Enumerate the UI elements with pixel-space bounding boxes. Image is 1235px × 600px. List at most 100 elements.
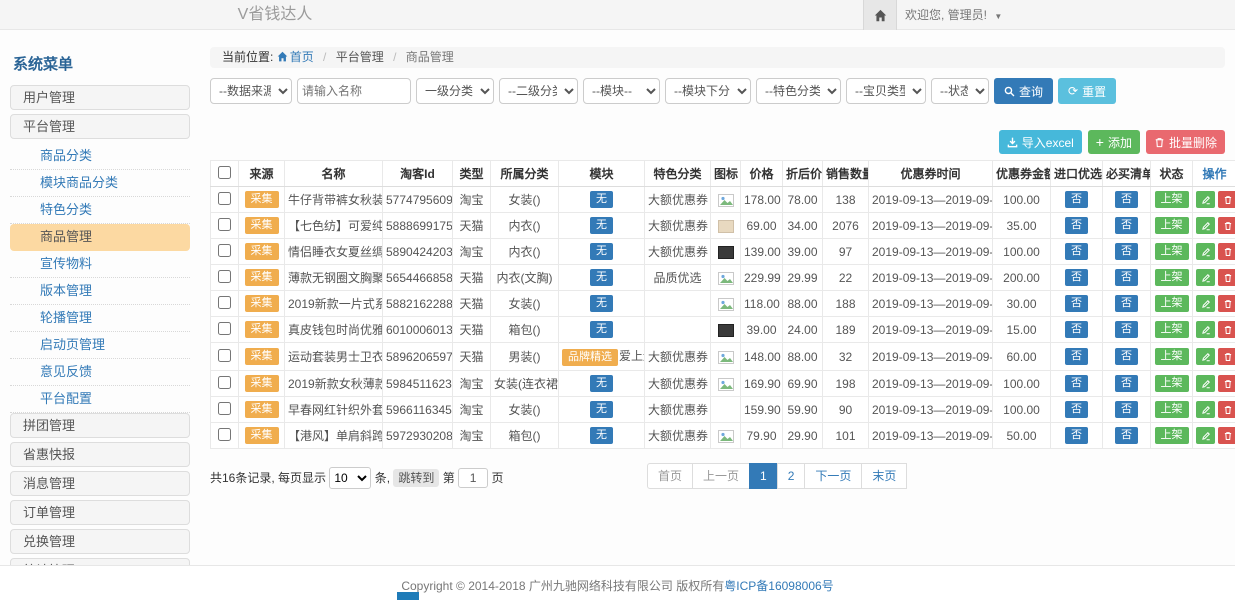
sidebar-item[interactable]: 轮播管理 [10,305,190,332]
query-button[interactable]: 查询 [994,78,1053,104]
edit-button[interactable] [1196,348,1215,365]
delete-button[interactable] [1218,427,1235,444]
sidebar-item[interactable]: 消息管理 [10,471,190,496]
import-toggle-badge[interactable]: 否 [1065,321,1088,338]
sidebar-item[interactable]: 模块商品分类 [10,170,190,197]
status-badge[interactable]: 上架 [1155,401,1189,418]
import-toggle-badge[interactable]: 否 [1065,427,1088,444]
status-badge[interactable]: 上架 [1155,348,1189,365]
sidebar-item[interactable]: 特色分类 [10,197,190,224]
bulk-delete-button[interactable]: 批量删除 [1146,130,1225,154]
edit-button[interactable] [1196,269,1215,286]
sidebar-item[interactable]: 订单管理 [10,500,190,525]
import-toggle-badge[interactable]: 否 [1065,243,1088,260]
status-badge[interactable]: 上架 [1155,191,1189,208]
edit-button[interactable] [1196,295,1215,312]
import-toggle-badge[interactable]: 否 [1065,269,1088,286]
breadcrumb-home-link[interactable]: 首页 [277,50,314,64]
import-toggle-badge[interactable]: 否 [1065,217,1088,234]
must-buy-toggle-badge[interactable]: 否 [1115,191,1138,208]
import-toggle-badge[interactable]: 否 [1065,295,1088,312]
must-buy-toggle-badge[interactable]: 否 [1115,217,1138,234]
per-page-select[interactable]: 10 [329,467,371,489]
sidebar-item[interactable]: 启动页管理 [10,332,190,359]
pager-item[interactable]: 2 [777,463,806,489]
must-buy-toggle-badge[interactable]: 否 [1115,401,1138,418]
edit-button[interactable] [1196,401,1215,418]
status-badge[interactable]: 上架 [1155,269,1189,286]
page-number-input[interactable] [458,468,488,488]
edit-button[interactable] [1196,217,1215,234]
edit-button[interactable] [1196,191,1215,208]
row-checkbox[interactable] [218,296,231,309]
filter-select-item-type[interactable]: --宝贝类型-- [846,78,926,104]
status-badge[interactable]: 上架 [1155,295,1189,312]
filter-select-level1-category[interactable]: 一级分类 [416,78,494,104]
add-button[interactable]: + 添加 [1088,130,1140,154]
status-badge[interactable]: 上架 [1155,427,1189,444]
pager-item[interactable]: 首页 [647,463,693,489]
row-checkbox[interactable] [218,244,231,257]
home-button[interactable] [863,0,897,30]
status-badge[interactable]: 上架 [1155,375,1189,392]
delete-button[interactable] [1218,348,1235,365]
sidebar-item[interactable]: 用户管理 [10,85,190,110]
name-search-input[interactable] [297,78,411,104]
must-buy-toggle-badge[interactable]: 否 [1115,427,1138,444]
import-toggle-badge[interactable]: 否 [1065,375,1088,392]
filter-select-data-source[interactable]: --数据来源-- [210,78,292,104]
edit-button[interactable] [1196,375,1215,392]
sidebar-item[interactable]: 宣传物料 [10,251,190,278]
sidebar-item[interactable]: 平台管理 [10,114,190,139]
sidebar-item[interactable]: 商品管理 [10,224,190,251]
row-checkbox[interactable] [218,349,231,362]
filter-select-module-subcategory[interactable]: --模块下分类-- [665,78,751,104]
sidebar-item[interactable]: 版本管理 [10,278,190,305]
must-buy-toggle-badge[interactable]: 否 [1115,348,1138,365]
sidebar-item[interactable]: 兑换管理 [10,529,190,554]
user-menu[interactable]: 欢迎您, 管理员! ▼ [905,0,1002,32]
must-buy-toggle-badge[interactable]: 否 [1115,375,1138,392]
reset-button[interactable]: ⟳ 重置 [1058,78,1116,104]
filter-select-module[interactable]: --模块-- [583,78,660,104]
row-checkbox[interactable] [218,428,231,441]
status-badge[interactable]: 上架 [1155,243,1189,260]
sidebar-item[interactable]: 省惠快报 [10,442,190,467]
delete-button[interactable] [1218,401,1235,418]
delete-button[interactable] [1218,295,1235,312]
pager-item[interactable]: 上一页 [692,463,750,489]
edit-button[interactable] [1196,427,1215,444]
row-checkbox[interactable] [218,270,231,283]
sidebar-item[interactable]: 商品分类 [10,143,190,170]
filter-select-feature-category[interactable]: --特色分类-- [756,78,841,104]
jump-to-button[interactable]: 跳转到 [393,469,439,487]
delete-button[interactable] [1218,191,1235,208]
pager-item[interactable]: 下一页 [804,463,862,489]
status-badge[interactable]: 上架 [1155,321,1189,338]
must-buy-toggle-badge[interactable]: 否 [1115,321,1138,338]
delete-button[interactable] [1218,243,1235,260]
sidebar-item[interactable]: 拼团管理 [10,413,190,438]
pager-item[interactable]: 末页 [861,463,907,489]
edit-button[interactable] [1196,321,1215,338]
import-toggle-badge[interactable]: 否 [1065,401,1088,418]
import-excel-button[interactable]: 导入excel [999,130,1082,154]
delete-button[interactable] [1218,321,1235,338]
sidebar-item[interactable]: 平台配置 [10,386,190,413]
select-all-checkbox[interactable] [218,166,231,179]
status-badge[interactable]: 上架 [1155,217,1189,234]
filter-select-status[interactable]: --状态-- [931,78,989,104]
sidebar-item[interactable]: 意见反馈 [10,359,190,386]
edit-button[interactable] [1196,243,1215,260]
row-checkbox[interactable] [218,322,231,335]
import-toggle-badge[interactable]: 否 [1065,191,1088,208]
icp-link[interactable]: 粤ICP备16098006号 [724,579,833,593]
row-checkbox[interactable] [218,376,231,389]
filter-select-level2-category[interactable]: --二级分类-- [499,78,578,104]
row-checkbox[interactable] [218,192,231,205]
must-buy-toggle-badge[interactable]: 否 [1115,269,1138,286]
must-buy-toggle-badge[interactable]: 否 [1115,243,1138,260]
delete-button[interactable] [1218,269,1235,286]
must-buy-toggle-badge[interactable]: 否 [1115,295,1138,312]
row-checkbox[interactable] [218,402,231,415]
